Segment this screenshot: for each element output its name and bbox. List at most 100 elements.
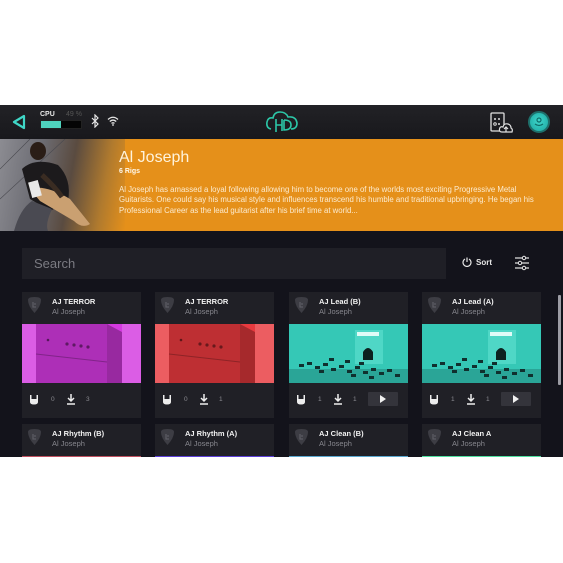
search-input[interactable] bbox=[22, 248, 446, 279]
cloud-upload-icon[interactable] bbox=[490, 112, 514, 134]
app-screen: CPU 49 % Al Joseph 6 Rigs Al Joseph has … bbox=[0, 105, 563, 457]
rig-card-header: AJ TERROR Al Joseph bbox=[22, 292, 141, 324]
guitar-pick-icon bbox=[161, 429, 174, 445]
rig-image bbox=[422, 456, 541, 457]
rig-card-3[interactable]: AJ Lead (B) Al Joseph 1 1 bbox=[289, 292, 408, 418]
pedalboard-image bbox=[422, 324, 541, 383]
rig-card-footer: 0 1 bbox=[155, 383, 274, 418]
artist-banner: Al Joseph 6 Rigs Al Joseph has amassed a… bbox=[0, 139, 563, 231]
rig-title: AJ TERROR bbox=[52, 297, 96, 306]
rig-card-header: AJ Rhythm (B) Al Joseph bbox=[22, 424, 141, 456]
sort-button[interactable]: Sort bbox=[462, 257, 492, 267]
guitar-pick-icon bbox=[428, 429, 441, 445]
rig-title: AJ Clean (B) bbox=[319, 429, 364, 438]
guitarist-image bbox=[0, 139, 90, 231]
rig-title: AJ Lead (B) bbox=[319, 297, 361, 306]
rig-card-6[interactable]: AJ Rhythm (A) Al Joseph bbox=[155, 424, 274, 457]
rig-image bbox=[289, 456, 408, 457]
rock-hand-icon[interactable] bbox=[162, 394, 172, 405]
rig-card-header: AJ Lead (A) Al Joseph bbox=[422, 292, 541, 324]
rig-title: AJ Lead (A) bbox=[452, 297, 494, 306]
top-bar: CPU 49 % bbox=[0, 105, 563, 139]
search-row: Sort bbox=[0, 247, 563, 281]
rig-artist: Al Joseph bbox=[319, 307, 352, 316]
sort-icon bbox=[462, 257, 472, 267]
rig-card-header: AJ TERROR Al Joseph bbox=[155, 292, 274, 324]
rig-artist: Al Joseph bbox=[452, 307, 485, 316]
amp-image bbox=[155, 324, 274, 383]
like-count: 1 bbox=[318, 396, 322, 403]
rig-artist: Al Joseph bbox=[185, 439, 218, 448]
cpu-label: CPU bbox=[40, 111, 55, 118]
rig-image bbox=[422, 324, 541, 383]
rig-card-7[interactable]: AJ Clean (B) Al Joseph bbox=[289, 424, 408, 457]
rig-card-footer: 1 1 bbox=[422, 383, 541, 418]
rig-title: AJ Rhythm (B) bbox=[52, 429, 105, 438]
rig-image bbox=[155, 324, 274, 383]
bluetooth-icon bbox=[91, 114, 99, 128]
rig-title: AJ Clean A bbox=[452, 429, 492, 438]
download-count: 1 bbox=[353, 396, 357, 403]
rig-image bbox=[22, 456, 141, 457]
rig-card-2[interactable]: AJ TERROR Al Joseph 0 1 bbox=[155, 292, 274, 418]
rig-title: AJ TERROR bbox=[185, 297, 229, 306]
rig-card-header: AJ Clean (B) Al Joseph bbox=[289, 424, 408, 456]
download-count: 1 bbox=[219, 396, 223, 403]
rig-card-1[interactable]: AJ TERROR Al Joseph 0 3 bbox=[22, 292, 141, 418]
rig-image bbox=[155, 456, 274, 457]
rig-card-footer: 1 1 bbox=[289, 383, 408, 418]
rig-title: AJ Rhythm (A) bbox=[185, 429, 238, 438]
rig-artist: Al Joseph bbox=[185, 307, 218, 316]
artist-name: Al Joseph bbox=[119, 149, 190, 166]
cpu-meter bbox=[40, 120, 82, 129]
pedalboard-image bbox=[289, 324, 408, 383]
rock-hand-icon[interactable] bbox=[29, 394, 39, 405]
rig-card-header: AJ Clean A Al Joseph bbox=[422, 424, 541, 456]
artist-bio: Al Joseph has amassed a loyal following … bbox=[119, 185, 534, 215]
rig-artist: Al Joseph bbox=[319, 439, 352, 448]
rig-card-4[interactable]: AJ Lead (A) Al Joseph 1 1 bbox=[422, 292, 541, 418]
profile-button[interactable] bbox=[528, 111, 550, 133]
rig-count: 6 Rigs bbox=[119, 168, 141, 175]
artist-photo bbox=[0, 139, 125, 231]
rig-image bbox=[289, 324, 408, 383]
rig-card-footer: 0 3 bbox=[22, 383, 141, 418]
scrollbar[interactable] bbox=[558, 295, 561, 385]
amp-image bbox=[22, 324, 141, 383]
download-icon[interactable] bbox=[333, 393, 343, 405]
rig-card-8[interactable]: AJ Clean A Al Joseph bbox=[422, 424, 541, 457]
play-preview-button[interactable] bbox=[501, 392, 531, 406]
guitar-pick-icon bbox=[28, 297, 41, 313]
rig-image bbox=[22, 324, 141, 383]
download-count: 3 bbox=[86, 396, 90, 403]
rock-hand-icon[interactable] bbox=[296, 394, 306, 405]
cpu-meter-fill bbox=[41, 121, 61, 128]
rock-hand-icon[interactable] bbox=[429, 394, 439, 405]
guitar-pick-icon bbox=[161, 297, 174, 313]
guitar-pick-icon bbox=[428, 297, 441, 313]
rig-card-header: AJ Lead (B) Al Joseph bbox=[289, 292, 408, 324]
sort-label: Sort bbox=[476, 257, 492, 267]
like-count: 0 bbox=[184, 396, 188, 403]
guitar-pick-icon bbox=[295, 297, 308, 313]
rig-artist: Al Joseph bbox=[52, 307, 85, 316]
play-preview-button[interactable] bbox=[368, 392, 398, 406]
profile-icon bbox=[534, 117, 544, 127]
back-triangle-icon[interactable] bbox=[10, 113, 28, 131]
rig-card-header: AJ Rhythm (A) Al Joseph bbox=[155, 424, 274, 456]
rig-artist: Al Joseph bbox=[452, 439, 485, 448]
rig-card-5[interactable]: AJ Rhythm (B) Al Joseph bbox=[22, 424, 141, 457]
sliders-icon[interactable] bbox=[514, 255, 530, 271]
download-icon[interactable] bbox=[66, 393, 76, 405]
download-count: 1 bbox=[486, 396, 490, 403]
rig-artist: Al Joseph bbox=[52, 439, 85, 448]
guitar-pick-icon bbox=[28, 429, 41, 445]
like-count: 0 bbox=[51, 396, 55, 403]
cpu-percent: 49 % bbox=[66, 111, 82, 118]
guitar-pick-icon bbox=[295, 429, 308, 445]
like-count: 1 bbox=[451, 396, 455, 403]
download-icon[interactable] bbox=[466, 393, 476, 405]
hd-cloud-logo bbox=[266, 111, 298, 132]
wifi-icon bbox=[107, 116, 119, 126]
download-icon[interactable] bbox=[199, 393, 209, 405]
